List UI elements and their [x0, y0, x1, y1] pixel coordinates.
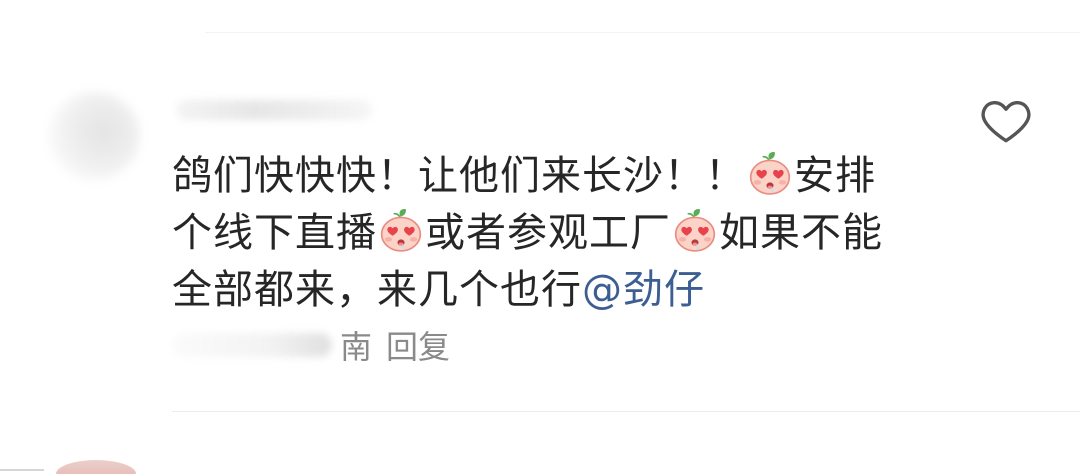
comment-text: 鸽们快快快！让他们来长沙！！ 安排 个线下直播 或者参观工厂 如果不能 全部都来，来几…: [172, 148, 883, 319]
comment-text-segment: 如果不能: [719, 210, 883, 256]
comment-meta: 南 回复: [172, 324, 450, 366]
heart-eyes-emoji: [378, 207, 424, 253]
comment-text-segment: 个线下直播: [172, 210, 377, 256]
top-divider: [205, 32, 1080, 33]
commenter-avatar[interactable]: [48, 92, 140, 180]
next-commenter-avatar[interactable]: [56, 460, 136, 474]
edge-divider: [0, 469, 44, 471]
comment-line: 鸽们快快快！让他们来长沙！！ 安排: [172, 148, 883, 205]
comment-text-segment: 全部都来，来几个也行: [172, 267, 582, 313]
comment-location: 南: [340, 328, 373, 366]
like-button[interactable]: [976, 92, 1036, 148]
comment-line: 全部都来，来几个也行@劲仔: [172, 262, 883, 319]
commenter-username[interactable]: [176, 100, 372, 120]
reply-button[interactable]: 回复: [386, 322, 450, 368]
comment-text-segment: 安排: [794, 153, 876, 199]
user-mention-link[interactable]: @劲仔: [582, 267, 705, 313]
comment-line: 个线下直播 或者参观工厂 如果不能: [172, 205, 883, 262]
comment-text-segment: 鸽们快快快！让他们来长沙！！: [172, 153, 746, 199]
comment-date-blurred: [172, 333, 332, 357]
comment-text-segment: 或者参观工厂: [425, 210, 671, 256]
heart-outline-icon: [981, 100, 1031, 143]
heart-eyes-emoji: [747, 150, 793, 196]
comment-divider: [172, 411, 1080, 412]
heart-eyes-emoji: [672, 207, 718, 253]
